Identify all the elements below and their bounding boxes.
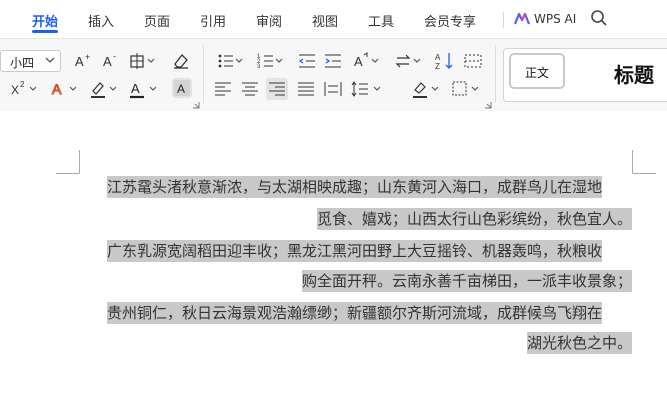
menu-tab-bar: 开始 插入 页面 引用 审阅 视图 工具 会员专享 WPS AI <box>0 0 667 37</box>
increase-indent-icon[interactable] <box>322 50 344 72</box>
font-size-value: 小四 <box>10 56 35 70</box>
svg-text:A: A <box>52 81 62 97</box>
paragraph-shading-icon[interactable] <box>410 78 442 100</box>
tab-divider <box>503 12 504 28</box>
clear-format-icon[interactable] <box>170 50 192 72</box>
svg-text:A: A <box>354 54 363 69</box>
svg-text:Z: Z <box>435 62 440 71</box>
show-marks-icon[interactable] <box>462 50 484 72</box>
font-size-select[interactable]: 小四 <box>0 50 61 72</box>
highlight-color-icon[interactable] <box>88 78 120 100</box>
ribbon-toolbar: 小四 A + A- X2 A A A 123 A A Z 正文 标题 <box>0 38 667 112</box>
style-title-button[interactable]: 标题 <box>614 59 654 88</box>
paragraph-line: 贵州铜仁，秋日云海景观浩瀚缥缈；新疆额尔齐斯河流域，成群候鸟飞翔在 <box>107 300 603 327</box>
selected-text: 购全面开秤。云南永善千亩梯田，一派丰收景象； <box>301 270 632 292</box>
character-shading-icon[interactable]: A <box>172 78 192 98</box>
bullet-list-icon[interactable] <box>216 50 246 72</box>
sort-direction-icon[interactable] <box>394 50 424 72</box>
svg-text:3: 3 <box>257 64 261 70</box>
text-effect-icon[interactable]: A <box>50 78 80 100</box>
svg-text:A: A <box>177 82 185 96</box>
wps-ai-button[interactable]: WPS AI <box>514 10 576 28</box>
crop-mark-top-right <box>632 150 656 174</box>
paragraph-line: 广东乳源宽阔稻田迎丰收；黑龙江黑河田野上大豆摇铃、机器轰鸣，秋粮收 <box>107 238 603 265</box>
tab-references[interactable]: 引用 <box>200 11 226 30</box>
sort-icon[interactable]: AZ <box>434 50 456 72</box>
tab-member[interactable]: 会员专享 <box>424 11 476 30</box>
decrease-font-size-icon[interactable]: A- <box>100 50 122 72</box>
tab-insert[interactable]: 插入 <box>88 11 114 30</box>
selected-text: 湖光秋色之中。 <box>526 332 632 354</box>
svg-text:+: + <box>85 52 90 62</box>
document-page[interactable]: 江苏鼋头渚秋意渐浓，与太湖相映成趣；山东黄河入海口，成群鸟儿在湿地 觅食、嬉戏；… <box>0 111 667 407</box>
selected-text: 贵州铜仁，秋日云海景观浩瀚缥缈；新疆额尔齐斯河流域，成群候鸟飞翔在 <box>107 302 603 324</box>
selected-text: 江苏鼋头渚秋意渐浓，与太湖相映成趣；山东黄河入海口，成群鸟儿在湿地 <box>107 176 603 198</box>
tab-view[interactable]: 视图 <box>312 11 338 30</box>
line-spacing-icon[interactable] <box>348 78 386 100</box>
style-normal-label: 正文 <box>524 66 549 80</box>
svg-text:X: X <box>11 83 19 97</box>
justify-icon[interactable] <box>295 78 317 100</box>
styles-gallery: 正文 标题 <box>503 48 667 102</box>
tab-tools[interactable]: 工具 <box>368 11 394 30</box>
tab-page[interactable]: 页面 <box>144 11 170 30</box>
group-divider <box>203 45 204 103</box>
active-tab-indicator <box>32 30 58 33</box>
font-dialog-launcher-icon[interactable] <box>192 101 200 109</box>
svg-text:A: A <box>435 53 441 62</box>
wps-ai-logo-icon <box>514 12 530 25</box>
crop-mark-top-left <box>56 150 80 174</box>
superscript-icon[interactable]: X2 <box>10 78 40 100</box>
paragraph-line: 觅食、嬉戏；山西太行山色彩缤纷，秋色宜人。 <box>316 206 632 233</box>
distributed-align-icon[interactable] <box>322 78 344 100</box>
text-direction-icon[interactable]: A <box>352 50 382 72</box>
selected-text: 觅食、嬉戏；山西太行山色彩缤纷，秋色宜人。 <box>316 208 632 230</box>
paragraph-line: 湖光秋色之中。 <box>526 330 632 357</box>
tab-home[interactable]: 开始 <box>32 11 58 30</box>
font-color-icon[interactable]: A <box>128 78 162 100</box>
paragraph-line: 购全面开秤。云南永善千亩梯田，一派丰收景象； <box>301 268 632 295</box>
paragraph-line: 江苏鼋头渚秋意渐浓，与太湖相映成趣；山东黄河入海口，成群鸟儿在湿地 <box>107 174 603 201</box>
align-left-icon[interactable] <box>212 78 234 100</box>
svg-text:-: - <box>113 51 116 61</box>
selected-text: 广东乳源宽阔稻田迎丰收；黑龙江黑河田野上大豆摇铃、机器轰鸣，秋粮收 <box>107 240 603 262</box>
increase-font-size-icon[interactable]: A + <box>72 50 94 72</box>
borders-icon[interactable] <box>450 78 482 100</box>
paragraph-dialog-launcher-icon[interactable] <box>484 101 492 109</box>
wps-ai-label: WPS AI <box>534 12 577 26</box>
chevron-down-icon <box>45 57 55 63</box>
search-icon[interactable] <box>590 9 608 27</box>
decrease-indent-icon[interactable] <box>296 50 318 72</box>
align-center-icon[interactable] <box>239 78 261 100</box>
svg-text:A: A <box>75 54 84 69</box>
align-right-icon[interactable] <box>266 78 288 100</box>
tab-review[interactable]: 审阅 <box>256 11 282 30</box>
svg-text:A: A <box>103 54 112 69</box>
style-normal-button[interactable]: 正文 <box>509 53 565 89</box>
svg-text:A: A <box>131 81 140 96</box>
group-divider <box>495 45 496 103</box>
svg-text:2: 2 <box>20 80 25 89</box>
phonetic-guide-icon[interactable] <box>128 50 158 72</box>
numbered-list-icon[interactable]: 123 <box>256 50 286 72</box>
